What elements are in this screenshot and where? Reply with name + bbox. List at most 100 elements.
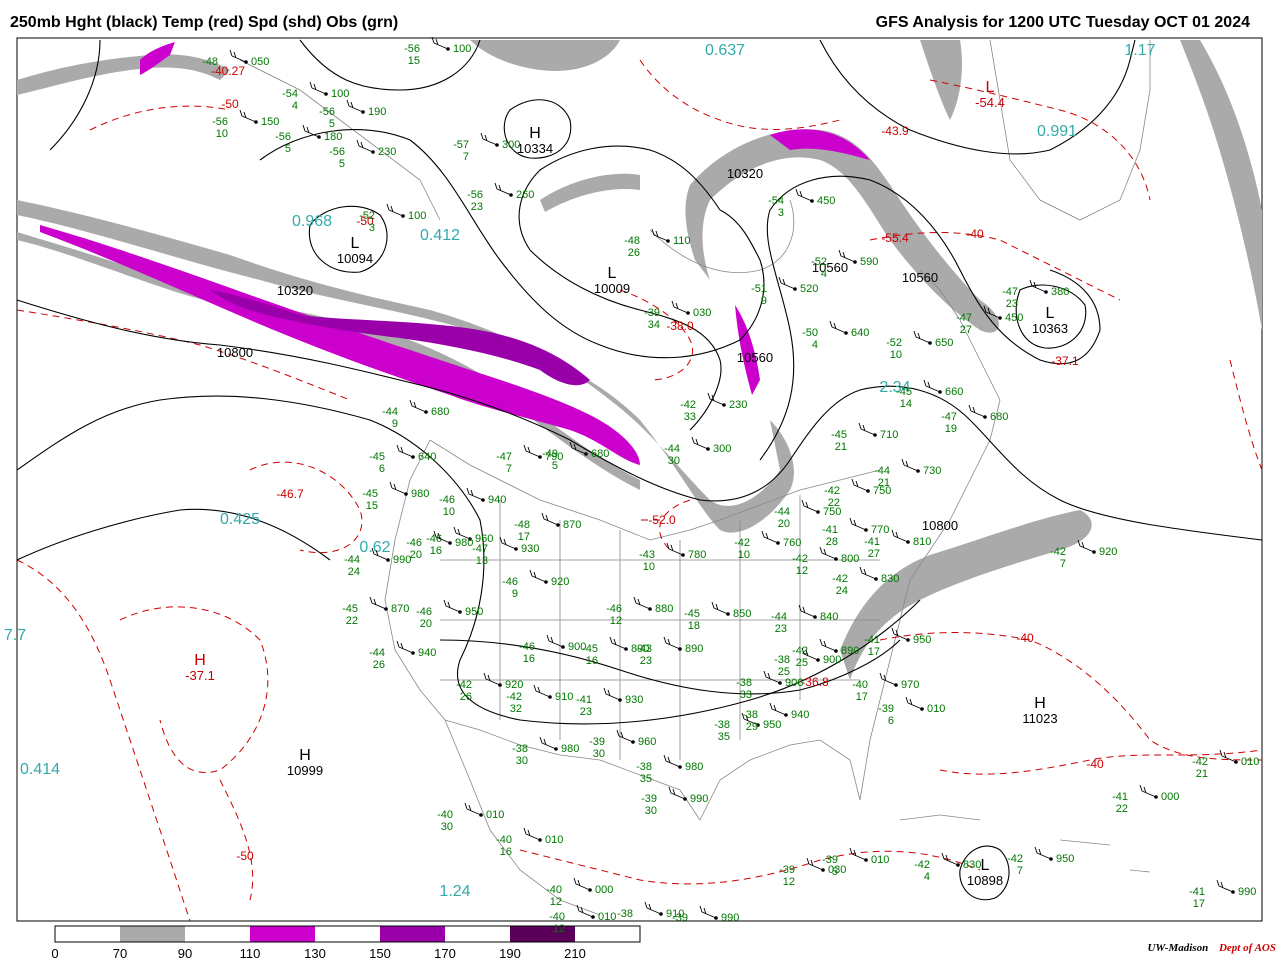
obs-temperature: -48 bbox=[624, 235, 640, 247]
obs-dewpoint-depression: 30 bbox=[441, 821, 453, 833]
obs-temperature: -39 bbox=[589, 736, 605, 748]
obs-dewpoint-depression: 12 bbox=[783, 876, 795, 888]
height-label: 10560 bbox=[737, 350, 773, 365]
obs-height: 930 bbox=[521, 543, 539, 555]
obs-temperature: -40 bbox=[546, 884, 562, 896]
obs-height: 970 bbox=[901, 679, 919, 691]
obs-height: 950 bbox=[913, 634, 931, 646]
obs-dewpoint-depression: 33 bbox=[684, 411, 696, 423]
obs-temperature: -47 bbox=[1002, 286, 1018, 298]
obs-height: 100 bbox=[453, 43, 471, 55]
obs-height: 906 bbox=[785, 677, 803, 689]
obs-temperature: -38 bbox=[742, 709, 758, 721]
obs-dewpoint-depression: 15 bbox=[408, 55, 420, 67]
obs-temperature: -41 bbox=[864, 634, 880, 646]
legend-tick-label: 210 bbox=[564, 946, 586, 960]
obs-temperature: -44 bbox=[774, 506, 790, 518]
obs-temperature: -50 bbox=[802, 327, 818, 339]
obs-dewpoint-depression: 33 bbox=[740, 689, 752, 701]
obs-height: 850 bbox=[733, 608, 751, 620]
center-letter: H bbox=[1034, 695, 1046, 712]
obs-height: 680 bbox=[990, 411, 1008, 423]
obs-temperature: -38 bbox=[736, 677, 752, 689]
obs-temperature: -39 bbox=[822, 854, 838, 866]
obs-height: 380 bbox=[1051, 286, 1069, 298]
center-value: -37.1 bbox=[185, 668, 215, 683]
obs-temperature: -42 bbox=[792, 553, 808, 565]
obs-temperature: -42 bbox=[456, 679, 472, 691]
obs-height: 900 bbox=[823, 654, 841, 666]
obs-dewpoint-depression: 5 bbox=[285, 143, 291, 155]
obs-dewpoint-depression: 30 bbox=[593, 748, 605, 760]
obs-dewpoint-depression: 13 bbox=[476, 555, 488, 567]
obs-temperature: -45 bbox=[362, 488, 378, 500]
weather-map: 0 70 90 110 130 150 170 190 210 H10999H-37.1L100… bbox=[4, 36, 1263, 960]
legend-tick-label: 0 bbox=[51, 946, 58, 960]
temperature-label: -52.0 bbox=[648, 513, 676, 527]
center-value: 10334 bbox=[517, 141, 553, 156]
obs-height: 760 bbox=[783, 537, 801, 549]
obs-height: 640 bbox=[418, 451, 436, 463]
center-letter: L bbox=[1046, 305, 1055, 322]
obs-dewpoint-depression: 12 bbox=[610, 615, 622, 627]
obs-dewpoint-depression: 6 bbox=[379, 463, 385, 475]
obs-dewpoint-depression: 27 bbox=[960, 324, 972, 336]
obs-dewpoint-depression: 7 bbox=[1017, 865, 1023, 877]
obs-temperature: -40 bbox=[549, 911, 565, 923]
obs-temperature: -44 bbox=[369, 647, 385, 659]
obs-dewpoint-depression: 32 bbox=[510, 703, 522, 715]
obs-temperature: -38 bbox=[774, 654, 790, 666]
obs-dewpoint-depression: 12 bbox=[553, 923, 565, 935]
obs-temperature: -42 bbox=[914, 859, 930, 871]
obs-dewpoint-depression: 35 bbox=[718, 731, 730, 743]
obs-dewpoint-depression: 21 bbox=[1196, 768, 1208, 780]
obs-height: 110 bbox=[673, 235, 691, 247]
temperature-label: -50 bbox=[236, 849, 254, 863]
obs-dewpoint-depression: 20 bbox=[410, 549, 422, 561]
obs-temperature: -44 bbox=[771, 611, 787, 623]
obs-dewpoint-depression: 16 bbox=[523, 653, 535, 665]
obs-temperature: -47 bbox=[956, 312, 972, 324]
height-label: 10800 bbox=[217, 345, 253, 360]
obs-temperature: -48 bbox=[514, 519, 530, 531]
center-value: 10094 bbox=[337, 251, 373, 266]
obs-height: 950 bbox=[465, 606, 483, 618]
obs-temperature: -42 bbox=[824, 485, 840, 497]
temperature-label: -46.7 bbox=[276, 487, 304, 501]
obs-temperature: -41 bbox=[576, 694, 592, 706]
obs-temperature: -38 bbox=[617, 908, 633, 920]
obs-height: 890 bbox=[685, 643, 703, 655]
obs-dewpoint-depression: 30 bbox=[516, 755, 528, 767]
obs-temperature: -44 bbox=[874, 465, 890, 477]
obs-height: 940 bbox=[791, 709, 809, 721]
obs-temperature: -43 bbox=[639, 549, 655, 561]
obs-temperature: -41 bbox=[1112, 791, 1128, 803]
legend-tick-label: 70 bbox=[113, 946, 127, 960]
obs-temperature: -44 bbox=[664, 443, 680, 455]
obs-dewpoint-depression: 26 bbox=[460, 691, 472, 703]
obs-dewpoint-depression: 25 bbox=[778, 666, 790, 678]
obs-temperature: -45 bbox=[342, 603, 358, 615]
obs-dewpoint-depression: 10 bbox=[738, 549, 750, 561]
obs-height: 940 bbox=[418, 647, 436, 659]
obs-height: 940 bbox=[488, 494, 506, 506]
obs-dewpoint-depression: 17 bbox=[1193, 898, 1205, 910]
obs-height: 680 bbox=[591, 448, 609, 460]
credit-line: UW-Madison Dept of AOS bbox=[1147, 942, 1276, 954]
obs-dewpoint-depression: 16 bbox=[586, 655, 598, 667]
obs-temperature: -52 bbox=[886, 337, 902, 349]
obs-temperature: -38 bbox=[714, 719, 730, 731]
obs-temperature: -39 bbox=[644, 307, 660, 319]
obs-dewpoint-depression: 5 bbox=[339, 158, 345, 170]
obs-temperature: -39 bbox=[779, 864, 795, 876]
obs-dewpoint-depression: 4 bbox=[292, 100, 298, 112]
obs-dewpoint-depression: 10 bbox=[443, 506, 455, 518]
obs-temperature: -42 bbox=[832, 573, 848, 585]
obs-dewpoint-depression: 4 bbox=[812, 339, 818, 351]
obs-height: 450 bbox=[817, 195, 835, 207]
obs-height: 930 bbox=[625, 694, 643, 706]
obs-dewpoint-depression: 17 bbox=[856, 691, 868, 703]
obs-temperature: -47 bbox=[496, 451, 512, 463]
obs-height: 920 bbox=[1099, 546, 1117, 558]
obs-temperature: -41 bbox=[1189, 886, 1205, 898]
